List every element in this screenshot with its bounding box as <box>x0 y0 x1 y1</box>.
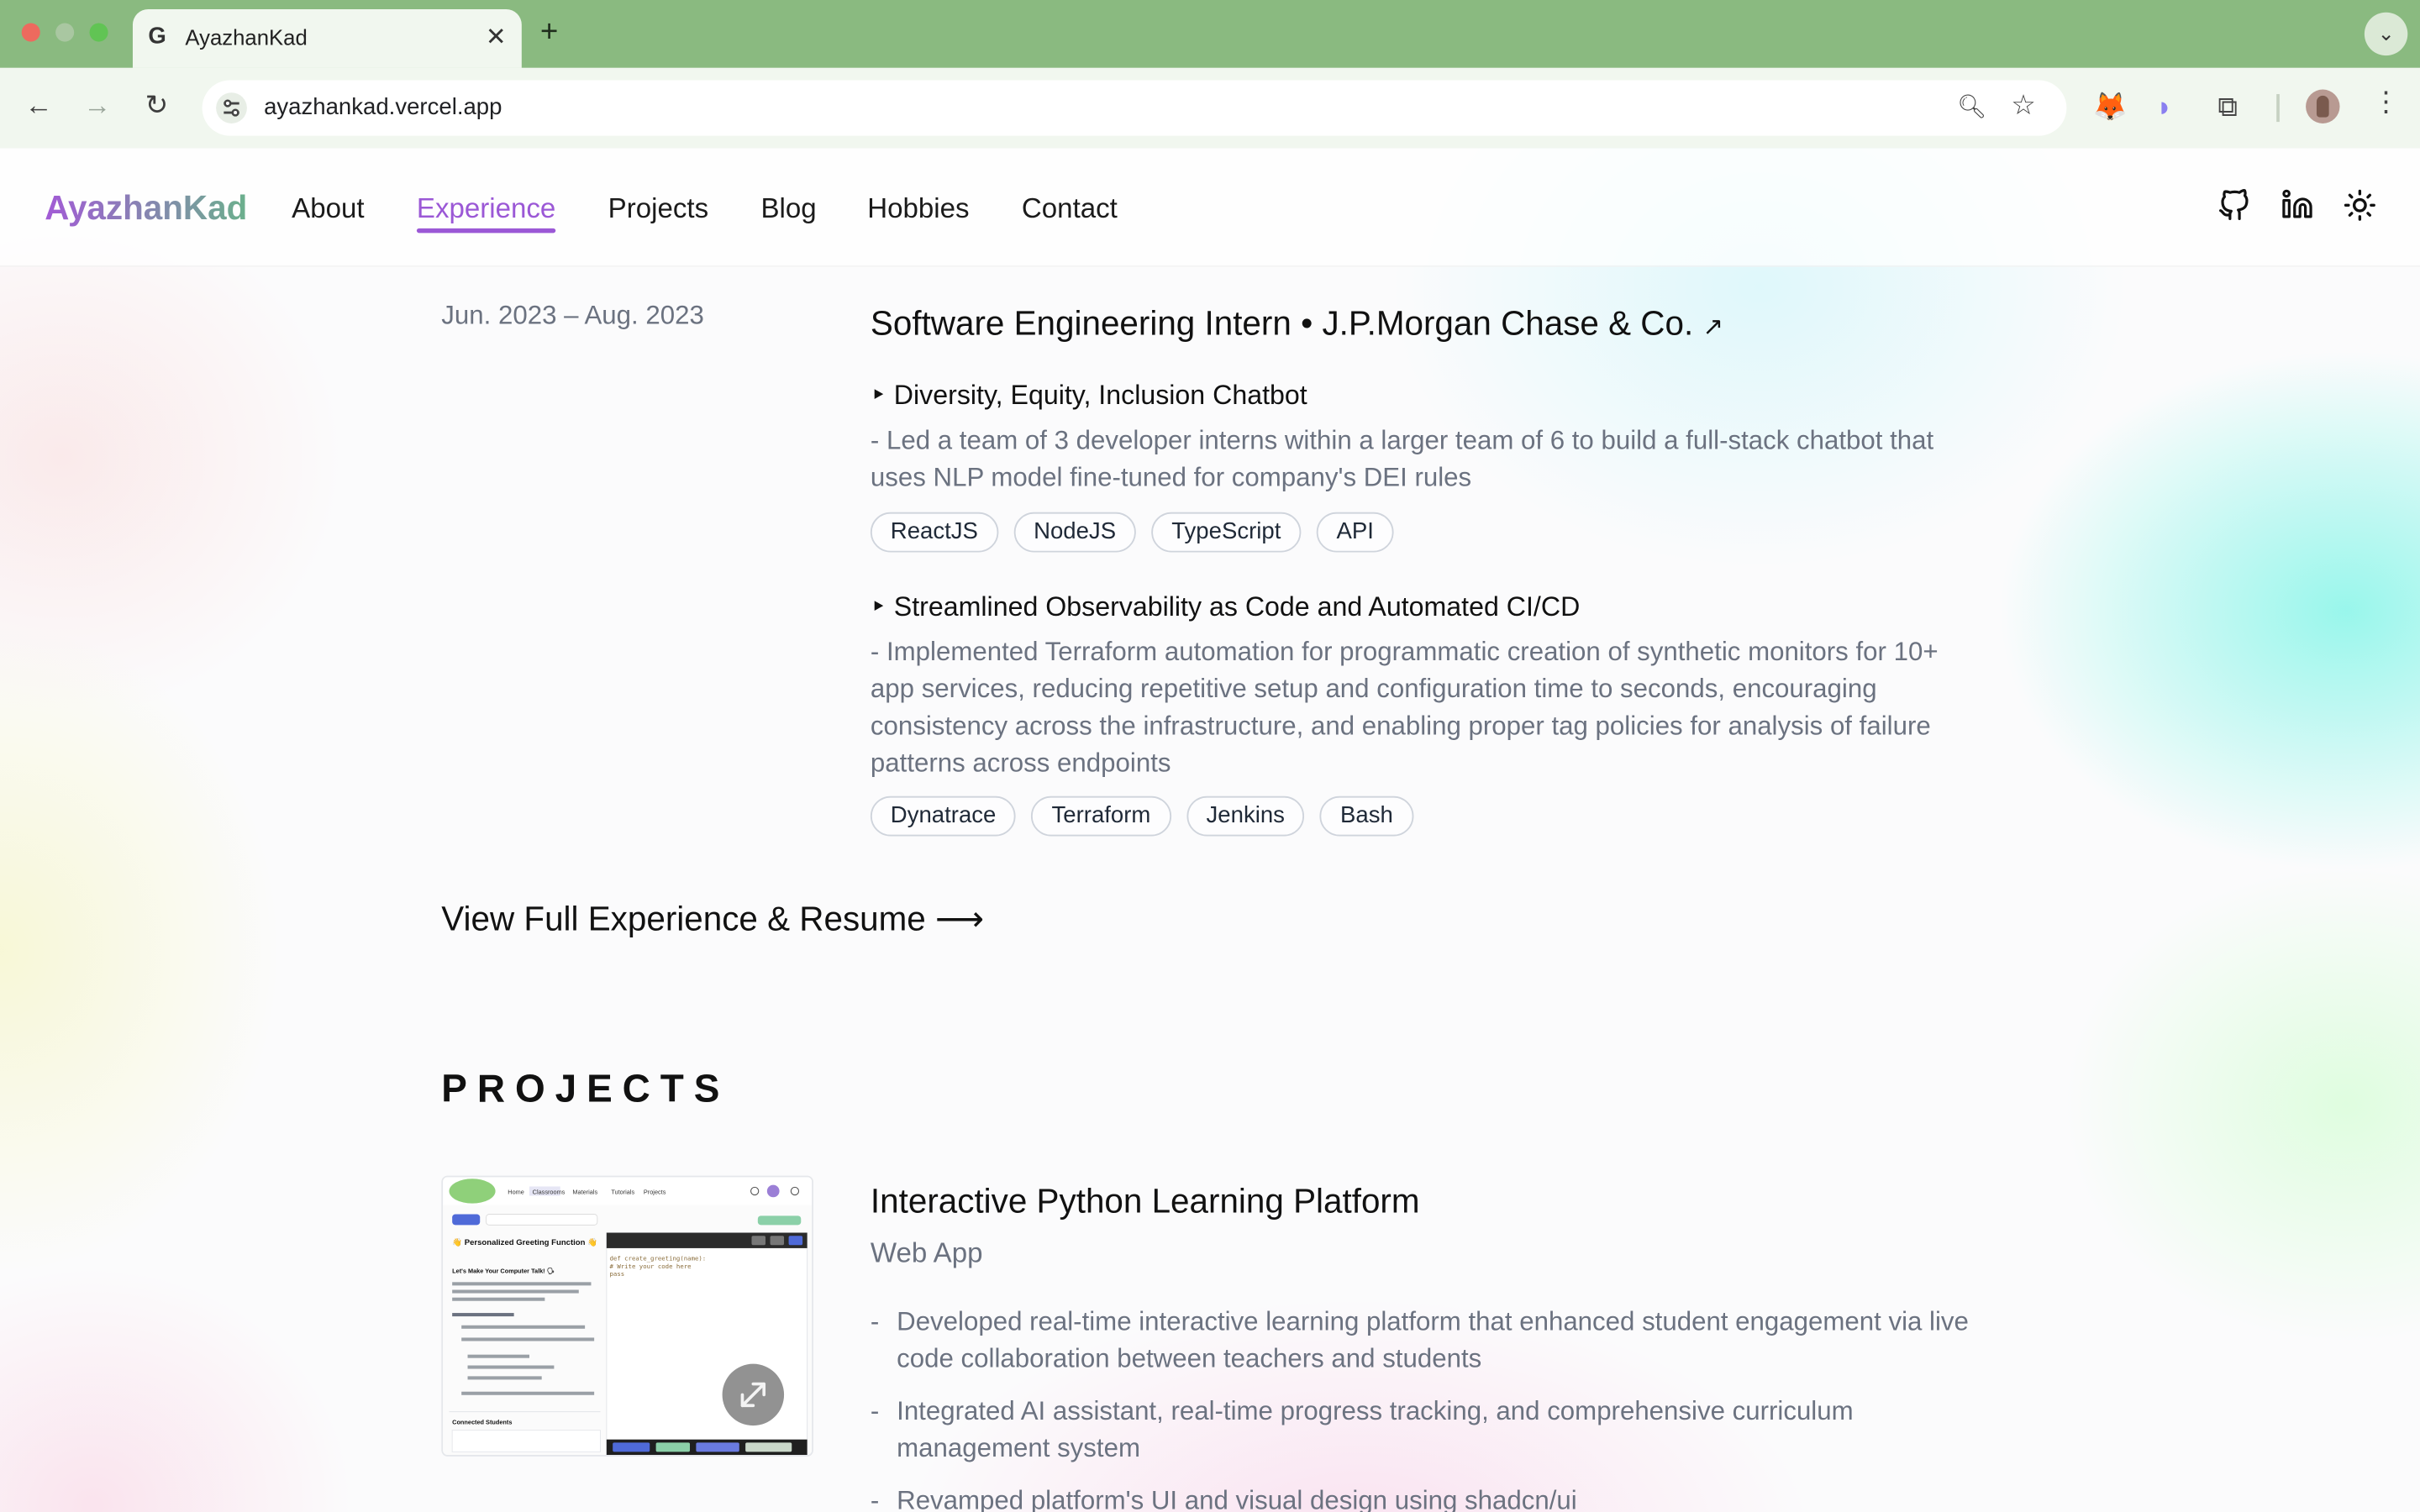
thumb-code-line: def create_greeting(name): <box>610 1255 707 1263</box>
more-menu-icon[interactable]: ⋮ <box>2372 87 2400 119</box>
window-minimize-button[interactable] <box>55 23 75 42</box>
linkedin-icon[interactable] <box>2281 188 2314 228</box>
toolbar-divider <box>2276 94 2280 123</box>
tag-list: Dynatrace Terraform Jenkins Bash <box>870 795 1413 837</box>
tag-chip: Bash <box>1320 795 1413 837</box>
expand-icon <box>740 1382 766 1408</box>
experience-date: Jun. 2023 – Aug. 2023 <box>441 301 704 331</box>
thumb-nav-item: Tutorials <box>611 1189 634 1196</box>
new-tab-button[interactable]: + <box>540 15 558 50</box>
tag-chip: Dynatrace <box>870 795 1017 837</box>
tag-chip: NodeJS <box>1013 512 1136 553</box>
project-bullet: Integrated AI assistant, real-time progr… <box>871 1394 1977 1467</box>
profile-avatar[interactable] <box>2306 89 2340 123</box>
project-subtitle: Web App <box>870 1237 983 1268</box>
tab-favicon-icon: G <box>148 23 166 50</box>
forward-arrow-icon[interactable]: → <box>83 90 111 123</box>
tab-title: AyazhanKad <box>185 24 308 50</box>
nav-link-contact[interactable]: Contact <box>1022 193 1118 226</box>
thumb-nav-item: Classrooms <box>533 1189 566 1196</box>
experience-project-title: ‣ Diversity, Equity, Inclusion Chatbot <box>870 379 1307 411</box>
address-bar[interactable]: ayazhankad.vercel.app 🔍︎ ☆ <box>202 80 2067 136</box>
tag-chip: Jenkins <box>1186 795 1305 837</box>
experience-project-title: ‣ Streamlined Observability as Code and … <box>870 591 1581 622</box>
reload-icon[interactable]: ↻ <box>145 90 169 123</box>
site-navbar: AyazhanKad About Experience Projects Blo… <box>0 148 2420 267</box>
browser-tab[interactable]: G AyazhanKad ✕ <box>132 9 522 68</box>
tag-chip: ReactJS <box>870 512 998 553</box>
project-title[interactable]: Interactive Python Learning Platform <box>871 1182 1420 1222</box>
bookmark-star-icon[interactable]: ☆ <box>2011 90 2036 123</box>
thumb-heading: 👋 Personalized Greeting Function 👋 <box>452 1237 597 1247</box>
nav-link-about[interactable]: About <box>292 193 364 226</box>
zoom-icon[interactable]: 🔍︎ <box>1957 92 1986 120</box>
nav-link-blog[interactable]: Blog <box>761 193 817 226</box>
url-text[interactable]: ayazhankad.vercel.app <box>264 94 502 120</box>
thumb-nav-item: Home <box>508 1189 524 1196</box>
external-link-arrow-icon[interactable]: ↗ <box>1702 315 1723 341</box>
expand-image-button[interactable] <box>722 1363 785 1426</box>
projects-section-heading: PROJECTS <box>441 1068 730 1111</box>
site-logo[interactable]: AyazhanKad <box>45 188 247 228</box>
thumb-code-line: pass <box>610 1270 625 1278</box>
thumb-subheading: Let's Make Your Computer Talk! 🗣 <box>452 1267 555 1274</box>
thumb-code-line: # Write your code here <box>610 1263 692 1270</box>
extension-icon[interactable]: ◗ <box>2156 91 2173 123</box>
theme-toggle-sun-icon[interactable] <box>2343 188 2376 230</box>
thumb-nav-item: Materials <box>572 1189 597 1196</box>
tag-list: ReactJS NodeJS TypeScript API <box>870 512 1394 553</box>
project-thumbnail[interactable]: Home Classrooms Materials Tutorials Proj… <box>441 1175 813 1457</box>
view-full-resume-link[interactable]: View Full Experience & Resume ⟶ <box>441 900 984 940</box>
tag-chip: Terraform <box>1031 795 1171 837</box>
github-icon[interactable] <box>2217 188 2250 230</box>
browser-tab-strip: G AyazhanKad ✕ + ⌄ <box>0 0 2420 68</box>
tab-close-icon[interactable]: ✕ <box>486 22 507 53</box>
tag-chip: API <box>1316 512 1394 553</box>
project-bullet: Developed real-time interactive learning… <box>871 1304 1977 1378</box>
nav-link-projects[interactable]: Projects <box>608 193 708 226</box>
experience-project-description: - Led a team of 3 developer interns with… <box>870 425 1934 492</box>
tab-search-button[interactable]: ⌄ <box>2364 12 2408 56</box>
experience-project-description: - Implemented Terraform automation for p… <box>870 637 1939 778</box>
back-arrow-icon[interactable]: ← <box>24 90 52 123</box>
thumb-connected-label: Connected Students <box>452 1418 512 1425</box>
window-maximize-button[interactable] <box>89 23 108 42</box>
project-bullet: Revamped platform's UI and visual design… <box>871 1483 1977 1512</box>
nav-link-hobbies[interactable]: Hobbies <box>867 193 969 226</box>
page-content: AyazhanKad About Experience Projects Blo… <box>0 148 2420 1512</box>
tag-chip: TypeScript <box>1151 512 1302 553</box>
experience-role-title[interactable]: Software Engineering Intern • J.P.Morgan… <box>871 304 1723 344</box>
nav-link-experience[interactable]: Experience <box>416 193 556 234</box>
extensions-puzzle-icon[interactable]: ⧉ <box>2217 91 2238 123</box>
experience-role-text[interactable]: Software Engineering Intern • J.P.Morgan… <box>871 304 1693 343</box>
browser-toolbar: ← → ↻ ayazhankad.vercel.app 🔍︎ ☆ 🦊 ◗ ⧉ ⋮ <box>0 67 2420 150</box>
thumb-nav-item: Projects <box>644 1189 666 1196</box>
site-info-icon[interactable] <box>216 92 247 123</box>
metamask-extension-icon[interactable]: 🦊 <box>2093 91 2128 123</box>
window-close-button[interactable] <box>21 23 40 42</box>
